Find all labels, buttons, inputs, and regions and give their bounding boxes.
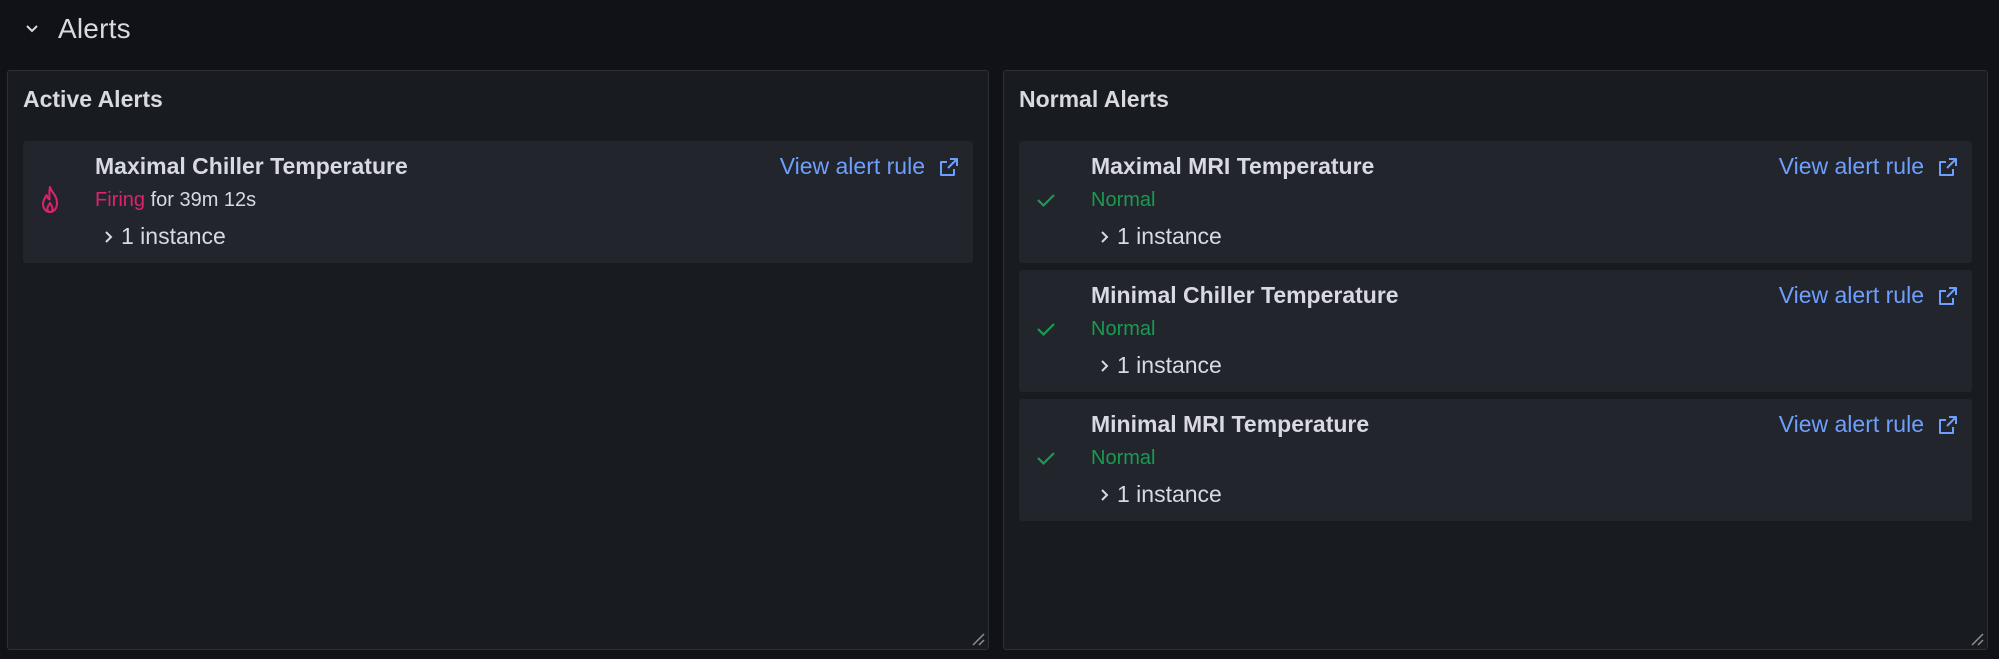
link-label: View alert rule	[779, 153, 925, 179]
alert-item: Maximal Chiller Temperature Firing for 3…	[23, 141, 973, 263]
state-label: Normal	[1091, 447, 1156, 469]
check-icon	[1031, 443, 1061, 473]
instances-label: 1 instance	[1117, 352, 1222, 378]
alert-list: Maximal MRI Temperature Normal 1 instanc…	[1019, 141, 1972, 528]
view-alert-rule-link[interactable]: View alert rule	[1779, 411, 1958, 438]
resize-handle[interactable]	[1968, 630, 1984, 646]
view-alert-rule-link[interactable]: View alert rule	[1779, 153, 1958, 180]
chevron-right-icon	[1099, 230, 1109, 244]
alert-name: Minimal MRI Temperature	[1091, 411, 1370, 437]
instances-label: 1 instance	[1117, 223, 1222, 249]
panel-title: Normal Alerts	[1019, 86, 1169, 112]
state-label: Normal	[1091, 189, 1156, 211]
chevron-down-icon[interactable]	[22, 19, 42, 39]
instances-toggle[interactable]: 1 instance	[103, 223, 226, 250]
state-label: Normal	[1091, 318, 1156, 340]
active-alerts-panel: Active Alerts Maximal Chiller Temperatur…	[7, 70, 989, 650]
alert-name: Maximal MRI Temperature	[1091, 153, 1375, 179]
instances-label: 1 instance	[121, 223, 226, 249]
instances-toggle[interactable]: 1 instance	[1099, 352, 1222, 379]
instances-toggle[interactable]: 1 instance	[1099, 481, 1222, 508]
chevron-right-icon	[1099, 488, 1109, 502]
panel-title: Active Alerts	[23, 86, 163, 112]
resize-handle[interactable]	[969, 630, 985, 646]
instances-label: 1 instance	[1117, 481, 1222, 507]
chevron-right-icon	[1099, 359, 1109, 373]
dashboard-row-header[interactable]: Alerts	[0, 0, 1999, 58]
link-label: View alert rule	[1778, 282, 1924, 308]
alert-name: Maximal Chiller Temperature	[95, 153, 408, 179]
alert-name: Minimal Chiller Temperature	[1091, 282, 1399, 308]
alert-item: Minimal Chiller Temperature Normal 1 ins…	[1019, 270, 1972, 392]
alert-list: Maximal Chiller Temperature Firing for 3…	[23, 141, 973, 270]
normal-alerts-panel: Normal Alerts Maximal MRI Temperature No…	[1003, 70, 1988, 650]
alert-item: Maximal MRI Temperature Normal 1 instanc…	[1019, 141, 1972, 263]
external-link-icon	[1938, 415, 1958, 435]
external-link-icon	[939, 157, 959, 177]
view-alert-rule-link[interactable]: View alert rule	[1779, 282, 1958, 309]
fire-icon	[35, 185, 65, 215]
row-title: Alerts	[58, 13, 131, 44]
external-link-icon	[1938, 157, 1958, 177]
instances-toggle[interactable]: 1 instance	[1099, 223, 1222, 250]
state-label: Firing	[95, 189, 146, 211]
chevron-right-icon	[103, 230, 113, 244]
check-icon	[1031, 314, 1061, 344]
link-label: View alert rule	[1778, 411, 1924, 437]
view-alert-rule-link[interactable]: View alert rule	[780, 153, 959, 180]
alert-state: Firing for 39m 12s	[95, 189, 256, 212]
alert-item: Minimal MRI Temperature Normal 1 instanc…	[1019, 399, 1972, 521]
check-icon	[1031, 185, 1061, 215]
state-duration: for 39m 12s	[145, 189, 257, 211]
external-link-icon	[1938, 286, 1958, 306]
link-label: View alert rule	[1778, 153, 1924, 179]
